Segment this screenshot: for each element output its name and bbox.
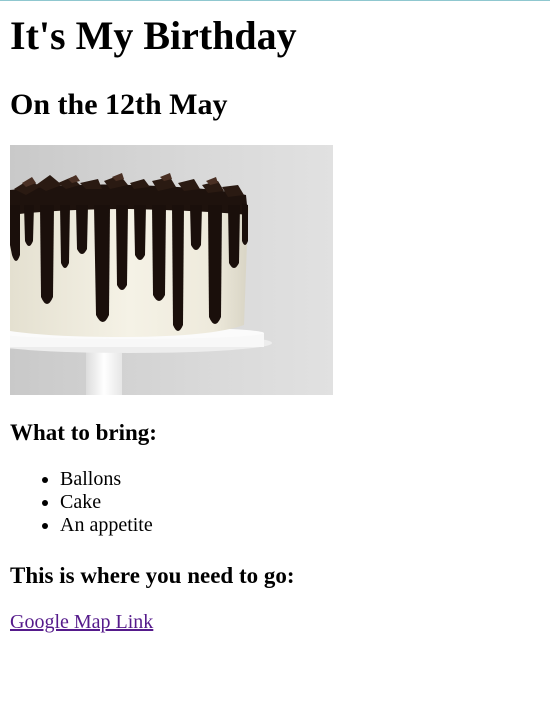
list-item: An appetite <box>60 514 153 537</box>
event-date: On the 12th May <box>10 88 228 121</box>
google-map-link[interactable]: Google Map Link <box>10 610 153 634</box>
list-item: Ballons <box>60 468 153 491</box>
page-title: It's My Birthday <box>10 13 297 58</box>
bring-heading: What to bring: <box>10 420 157 445</box>
bring-list: Ballons Cake An appetite <box>10 468 153 537</box>
directions-heading: This is where you need to go: <box>10 563 295 588</box>
cake-image <box>10 145 333 395</box>
list-item: Cake <box>60 491 153 514</box>
page: It's My Birthday On the 12th May What to… <box>0 1 550 714</box>
